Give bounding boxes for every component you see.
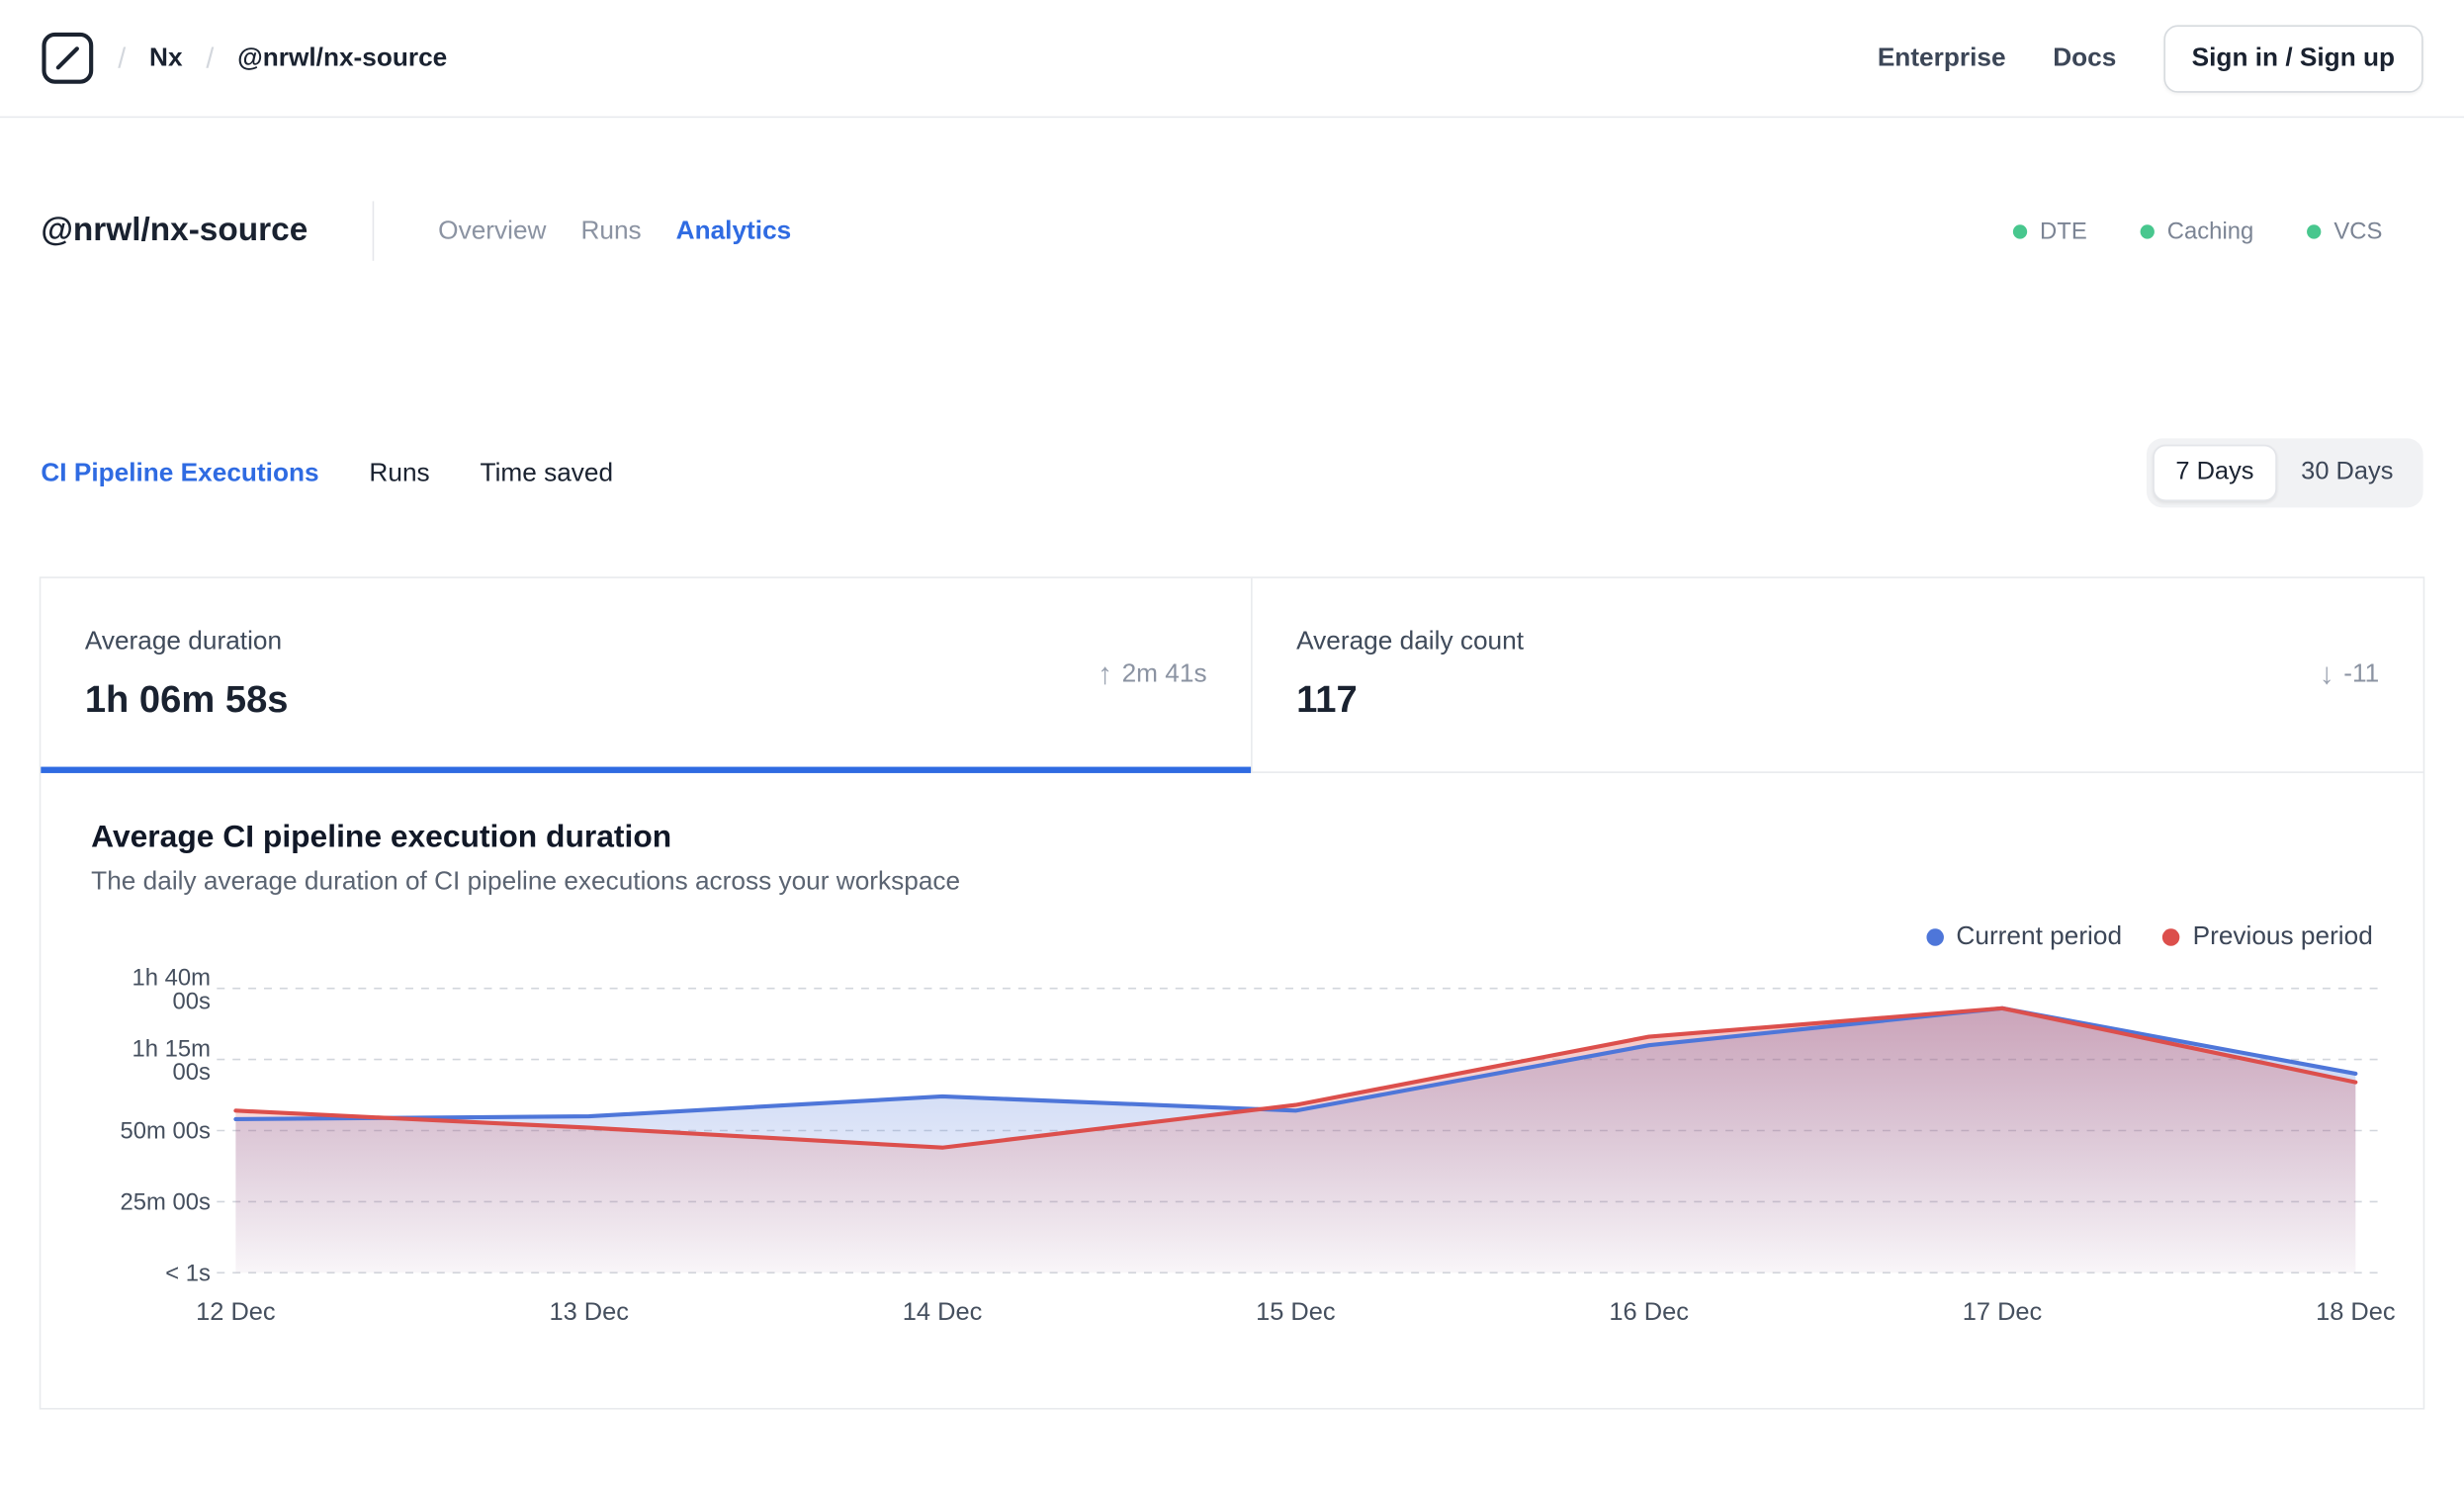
- page: / Nx / @nrwl/nx-source Enterprise Docs S…: [0, 0, 2464, 1487]
- metric-tabs: CI Pipeline Executions Runs Time saved: [41, 458, 613, 487]
- card-value: 117: [1296, 678, 1358, 722]
- status-label: DTE: [2040, 218, 2087, 245]
- card-main: Average duration 1h 06m 58s: [85, 627, 1098, 723]
- tab-runs-metric[interactable]: Runs: [369, 458, 429, 487]
- status-label: Caching: [2166, 218, 2254, 245]
- average-duration-card[interactable]: Average duration 1h 06m 58s ↑ 2m 41s: [41, 578, 1252, 773]
- delta-value: -11: [2343, 659, 2380, 689]
- current-period-dot-icon: [1926, 928, 1944, 946]
- vcs-status-dot-icon: [2307, 223, 2322, 238]
- workspace-tabs: Overview Runs Analytics: [438, 217, 791, 246]
- duration-area-chart[interactable]: 1h 40m 00s 1h 15m 00s 50m 00s 25m 00s < 1s 12 D…: [91, 964, 2396, 1339]
- signin-button[interactable]: Sign in / Sign up: [2163, 24, 2423, 92]
- chart-subtitle: The daily average duration of CI pipelin…: [91, 867, 961, 896]
- tab-runs[interactable]: Runs: [580, 217, 641, 246]
- svg-text:14 Dec: 14 Dec: [903, 1298, 983, 1326]
- svg-text:50m 00s: 50m 00s: [121, 1117, 211, 1144]
- average-daily-count-card[interactable]: Average daily count 117 ↓ -11: [1251, 577, 2423, 772]
- card-delta: ↓ -11: [2320, 657, 2380, 692]
- chart-legend: Current period Previous period: [91, 922, 2373, 952]
- status-label: VCS: [2333, 218, 2383, 245]
- tab-time-saved[interactable]: Time saved: [481, 458, 614, 487]
- status-indicators: DTE Caching VCS: [2013, 218, 2382, 244]
- svg-text:13 Dec: 13 Dec: [549, 1298, 629, 1326]
- chart-section: Average CI pipeline execution duration T…: [41, 773, 2422, 1408]
- svg-text:15 Dec: 15 Dec: [1256, 1298, 1336, 1326]
- analytics-panel: Average duration 1h 06m 58s ↑ 2m 41s Ave…: [39, 576, 2425, 1410]
- card-title: Average duration: [84, 627, 283, 656]
- tab-overview[interactable]: Overview: [438, 217, 546, 246]
- svg-text:< 1s: < 1s: [165, 1260, 211, 1286]
- arrow-up-icon: ↑: [1097, 657, 1113, 691]
- legend-label: Previous period: [2192, 921, 2373, 951]
- card-value: 1h 06m 58s: [84, 678, 289, 722]
- status-vcs: VCS: [2307, 218, 2382, 244]
- range-7-days-button[interactable]: 7 Days: [2152, 444, 2278, 501]
- metric-tab-row: CI Pipeline Executions Runs Time saved 7…: [0, 438, 2464, 508]
- vertical-divider: [372, 201, 375, 261]
- svg-text:17 Dec: 17 Dec: [1963, 1298, 2043, 1326]
- breadcrumb-separator: /: [206, 42, 215, 73]
- breadcrumb-org[interactable]: Nx: [149, 44, 183, 73]
- legend-previous-period[interactable]: Previous period: [2162, 921, 2373, 952]
- delta-value: 2m 41s: [1121, 659, 1207, 689]
- status-caching: Caching: [2140, 218, 2254, 245]
- docs-link[interactable]: Docs: [2053, 44, 2116, 73]
- workspace-header: @nrwl/nx-source Overview Runs Analytics …: [0, 118, 2464, 261]
- tab-ci-pipeline-executions[interactable]: CI Pipeline Executions: [41, 458, 318, 487]
- card-main: Average daily count 117: [1296, 627, 2319, 723]
- nx-logo-svg: [42, 32, 94, 84]
- legend-label: Current period: [1956, 921, 2123, 951]
- stat-cards-row: Average duration 1h 06m 58s ↑ 2m 41s Ave…: [41, 577, 2423, 773]
- svg-text:25m 00s: 25m 00s: [121, 1188, 211, 1215]
- svg-text:18 Dec: 18 Dec: [2316, 1298, 2396, 1326]
- topbar: / Nx / @nrwl/nx-source Enterprise Docs S…: [0, 0, 2464, 119]
- topnav: Enterprise Docs Sign in / Sign up: [1878, 24, 2423, 92]
- arrow-down-icon: ↓: [2319, 657, 2334, 691]
- enterprise-link[interactable]: Enterprise: [1878, 44, 2006, 73]
- card-delta: ↑ 2m 41s: [1098, 657, 1207, 692]
- date-range-toggle: 7 Days 30 Days: [2146, 438, 2423, 508]
- range-30-days-button[interactable]: 30 Days: [2277, 445, 2417, 501]
- breadcrumb-separator: /: [118, 42, 127, 73]
- status-dte: DTE: [2013, 218, 2087, 244]
- caching-status-dot-icon: [2140, 223, 2156, 238]
- tab-analytics[interactable]: Analytics: [676, 217, 792, 246]
- svg-text:16 Dec: 16 Dec: [1609, 1298, 1689, 1326]
- nx-logo-icon[interactable]: [41, 32, 94, 85]
- dte-status-dot-icon: [2013, 223, 2028, 238]
- svg-text:1h 15m00s: 1h 15m 00s: [132, 1035, 211, 1086]
- legend-current-period[interactable]: Current period: [1926, 922, 2122, 952]
- card-title: Average daily count: [1296, 627, 1525, 656]
- page-title: @nrwl/nx-source: [41, 212, 308, 249]
- svg-text:12 Dec: 12 Dec: [196, 1298, 276, 1326]
- chart-title: Average CI pipeline execution duration: [91, 820, 672, 855]
- previous-period-dot-icon: [2162, 928, 2180, 946]
- svg-text:1h 40m00s: 1h 40m 00s: [132, 964, 211, 1014]
- breadcrumb-repo[interactable]: @nrwl/nx-source: [237, 44, 447, 73]
